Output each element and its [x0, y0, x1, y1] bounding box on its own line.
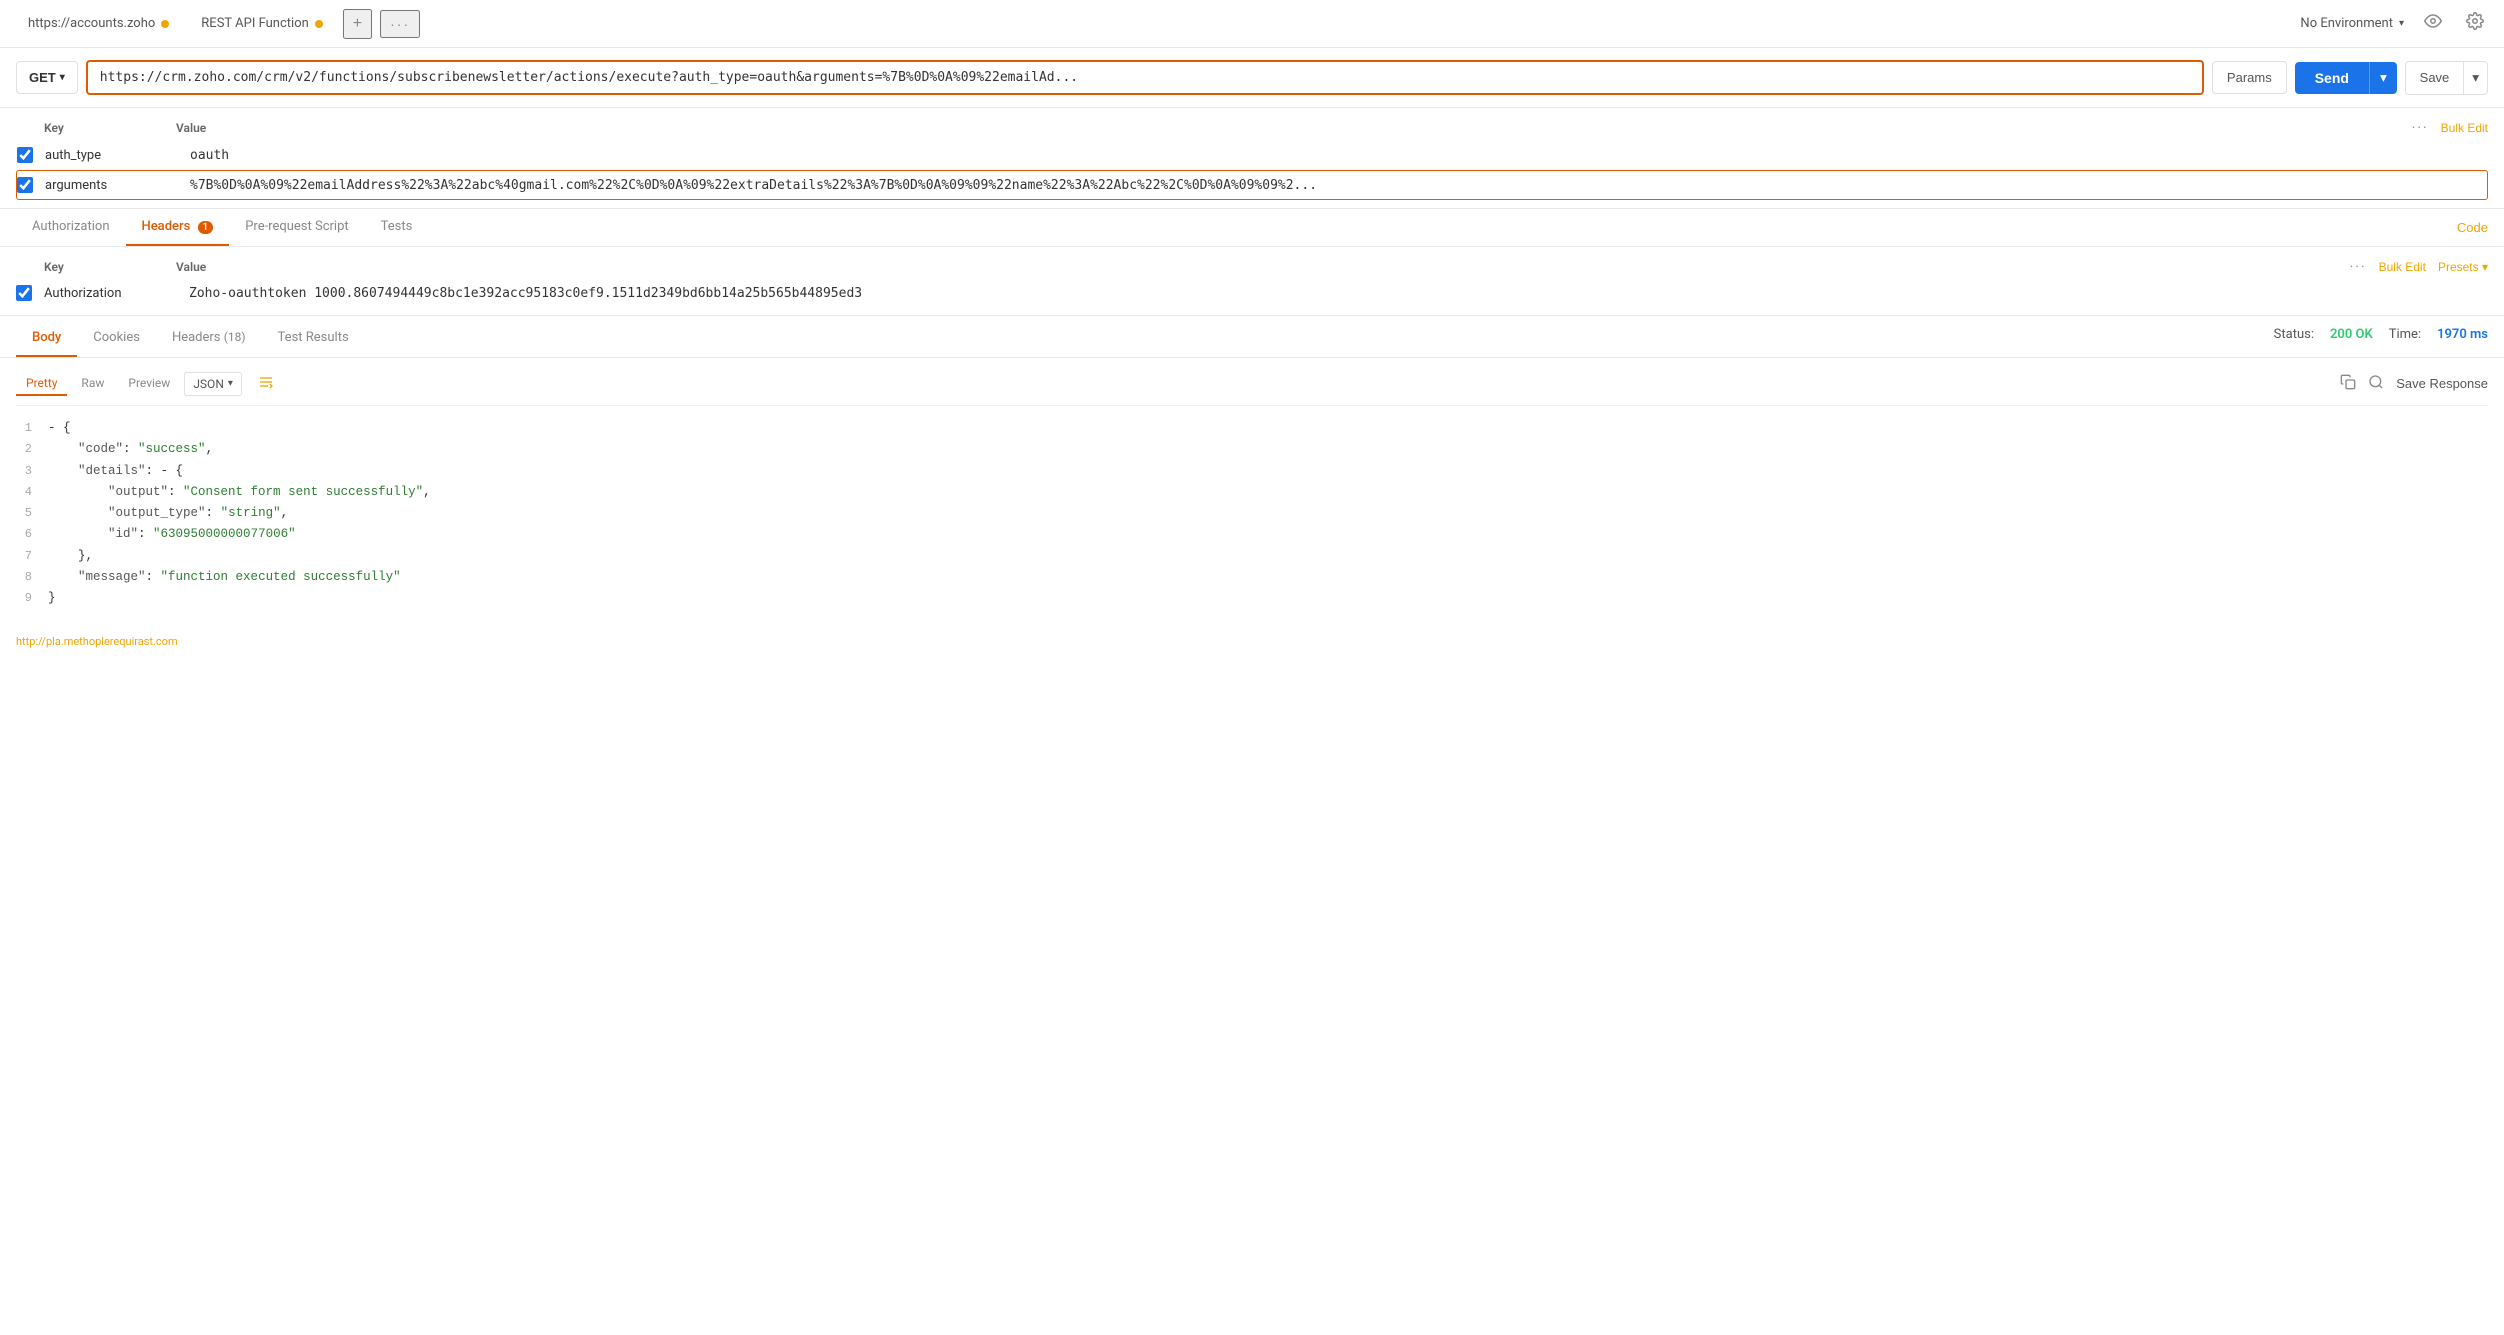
param-key-auth-type: auth_type: [45, 148, 190, 163]
response-tab-cookies[interactable]: Cookies: [77, 320, 156, 357]
tabs-nav-right: Code: [2457, 220, 2488, 235]
tab-rest-api[interactable]: REST API Function: [189, 10, 335, 37]
params-header-actions: ··· Bulk Edit: [2412, 120, 2488, 136]
top-bar: https://accounts.zoho REST API Function …: [0, 0, 2504, 48]
send-button[interactable]: Send: [2295, 62, 2369, 94]
format-json-selector[interactable]: JSON ▾: [184, 372, 242, 396]
header-key-authorization: Authorization: [44, 286, 189, 301]
response-status-bar: Status: 200 OK Time: 1970 ms: [2274, 327, 2488, 350]
method-selector[interactable]: GET ▾: [16, 61, 78, 94]
save-button-group: Save ▾: [2405, 61, 2488, 95]
status-label: Status:: [2274, 327, 2314, 342]
params-bulk-edit-button[interactable]: Bulk Edit: [2441, 121, 2488, 135]
top-bar-right: No Environment ▾: [2300, 8, 2488, 39]
param-checkbox-arguments[interactable]: [17, 177, 33, 193]
url-input[interactable]: [86, 60, 2204, 95]
code-line-8: 8 "message": "function executed successf…: [16, 567, 2488, 588]
params-key-header: Key: [16, 121, 176, 135]
param-row-arguments: arguments %7B%0D%0A%09%22emailAddress%22…: [16, 170, 2488, 200]
send-button-group: Send ▾: [2295, 62, 2397, 94]
response-format-bar: Pretty Raw Preview JSON ▾: [16, 366, 2488, 406]
tab-dot: [161, 20, 169, 28]
url-bar: GET ▾ Params Send ▾ Save ▾: [0, 48, 2504, 108]
json-format-chevron-icon: ▾: [228, 378, 233, 389]
presets-chevron-icon: ▾: [2482, 260, 2488, 274]
code-line-3: 3 "details": - {: [16, 461, 2488, 482]
add-tab-button[interactable]: +: [343, 9, 372, 39]
tab-pre-request-script[interactable]: Pre-request Script: [229, 209, 364, 246]
search-icon[interactable]: [2368, 374, 2384, 393]
headers-header-row: Key Value ··· Bulk Edit Presets ▾: [16, 255, 2488, 279]
code-line-5: 5 "output_type": "string",: [16, 503, 2488, 524]
tab-label: https://accounts.zoho: [28, 16, 155, 31]
param-key-arguments: arguments: [45, 178, 190, 193]
params-section: Key Value ··· Bulk Edit auth_type oauth …: [0, 108, 2504, 209]
response-tab-headers[interactable]: Headers (18): [156, 320, 262, 357]
save-chevron-icon: ▾: [2472, 70, 2479, 85]
tab-headers[interactable]: Headers 1: [126, 209, 230, 246]
header-row-authorization: Authorization Zoho-oauthtoken 1000.86074…: [16, 279, 2488, 307]
tab-tests[interactable]: Tests: [365, 209, 429, 246]
copy-icon[interactable]: [2340, 374, 2356, 393]
params-button[interactable]: Params: [2212, 61, 2287, 94]
gear-icon[interactable]: [2462, 8, 2488, 39]
params-header: Key Value ··· Bulk Edit: [16, 116, 2488, 140]
tab-dot2: [315, 20, 323, 28]
header-checkbox-authorization[interactable]: [16, 285, 32, 301]
response-tab-test-results[interactable]: Test Results: [262, 320, 365, 357]
wrap-icon[interactable]: [254, 370, 278, 397]
save-response-button[interactable]: Save Response: [2396, 376, 2488, 391]
app-container: https://accounts.zoho REST API Function …: [0, 0, 2504, 1335]
headers-presets-button[interactable]: Presets ▾: [2438, 260, 2488, 274]
code-line-7: 7 },: [16, 546, 2488, 567]
code-line-2: 2 "code": "success",: [16, 439, 2488, 460]
code-line-9: 9 }: [16, 588, 2488, 609]
environment-selector[interactable]: No Environment ▾: [2300, 16, 2404, 31]
response-code-block: 1 - { 2 "code": "success", 3 "details": …: [16, 406, 2488, 621]
send-chevron-icon: ▾: [2380, 70, 2387, 85]
headers-header-actions: ··· Bulk Edit Presets ▾: [2350, 259, 2488, 275]
footer-link[interactable]: http://pla.methoplerequirast.com: [0, 629, 2504, 654]
response-actions-right: Save Response: [2340, 374, 2488, 393]
save-dropdown-button[interactable]: ▾: [2464, 61, 2488, 95]
request-tabs-nav: Authorization Headers 1 Pre-request Scri…: [0, 209, 2504, 247]
response-body-section: Pretty Raw Preview JSON ▾: [0, 358, 2504, 629]
headers-value-header: Value: [176, 260, 2350, 274]
code-button[interactable]: Code: [2457, 220, 2488, 235]
method-label: GET: [29, 70, 56, 85]
save-button[interactable]: Save: [2405, 61, 2465, 95]
code-line-4: 4 "output": "Consent form sent successfu…: [16, 482, 2488, 503]
status-value: 200 OK: [2330, 327, 2373, 342]
headers-section: Key Value ··· Bulk Edit Presets ▾ Author…: [0, 247, 2504, 316]
headers-more-icon[interactable]: ···: [2350, 259, 2367, 275]
response-headers-count: (18): [224, 330, 246, 344]
headers-bulk-edit-button[interactable]: Bulk Edit: [2379, 260, 2426, 274]
params-value-header: Value: [176, 121, 2412, 135]
headers-key-header: Key: [16, 260, 176, 274]
format-tab-preview[interactable]: Preview: [118, 372, 180, 396]
response-tab-body[interactable]: Body: [16, 320, 77, 357]
more-tabs-button[interactable]: ···: [380, 10, 420, 38]
time-value: 1970 ms: [2437, 327, 2488, 342]
time-label: Time:: [2389, 327, 2421, 342]
format-tab-raw[interactable]: Raw: [71, 372, 114, 396]
method-chevron-icon: ▾: [60, 72, 65, 83]
tab-accounts-zoho[interactable]: https://accounts.zoho: [16, 10, 181, 37]
headers-badge: 1: [198, 221, 214, 234]
code-line-1: 1 - {: [16, 418, 2488, 439]
code-line-6: 6 "id": "63095000000077006": [16, 524, 2488, 545]
response-tabs-nav: Body Cookies Headers (18) Test Results S…: [0, 316, 2504, 358]
param-row-auth-type: auth_type oauth: [16, 140, 2488, 170]
param-checkbox-auth-type[interactable]: [17, 147, 33, 163]
chevron-down-icon: ▾: [2399, 18, 2404, 29]
tab-authorization[interactable]: Authorization: [16, 209, 126, 246]
param-value-arguments: %7B%0D%0A%09%22emailAddress%22%3A%22abc%…: [190, 178, 2487, 193]
send-dropdown-button[interactable]: ▾: [2369, 62, 2397, 94]
params-more-icon[interactable]: ···: [2412, 120, 2429, 136]
format-tab-pretty[interactable]: Pretty: [16, 372, 67, 396]
eye-icon[interactable]: [2420, 8, 2446, 39]
header-value-authorization: Zoho-oauthtoken 1000.8607494449c8bc1e392…: [189, 286, 2488, 301]
param-value-auth-type: oauth: [190, 148, 2487, 163]
tab-label: REST API Function: [201, 16, 309, 31]
